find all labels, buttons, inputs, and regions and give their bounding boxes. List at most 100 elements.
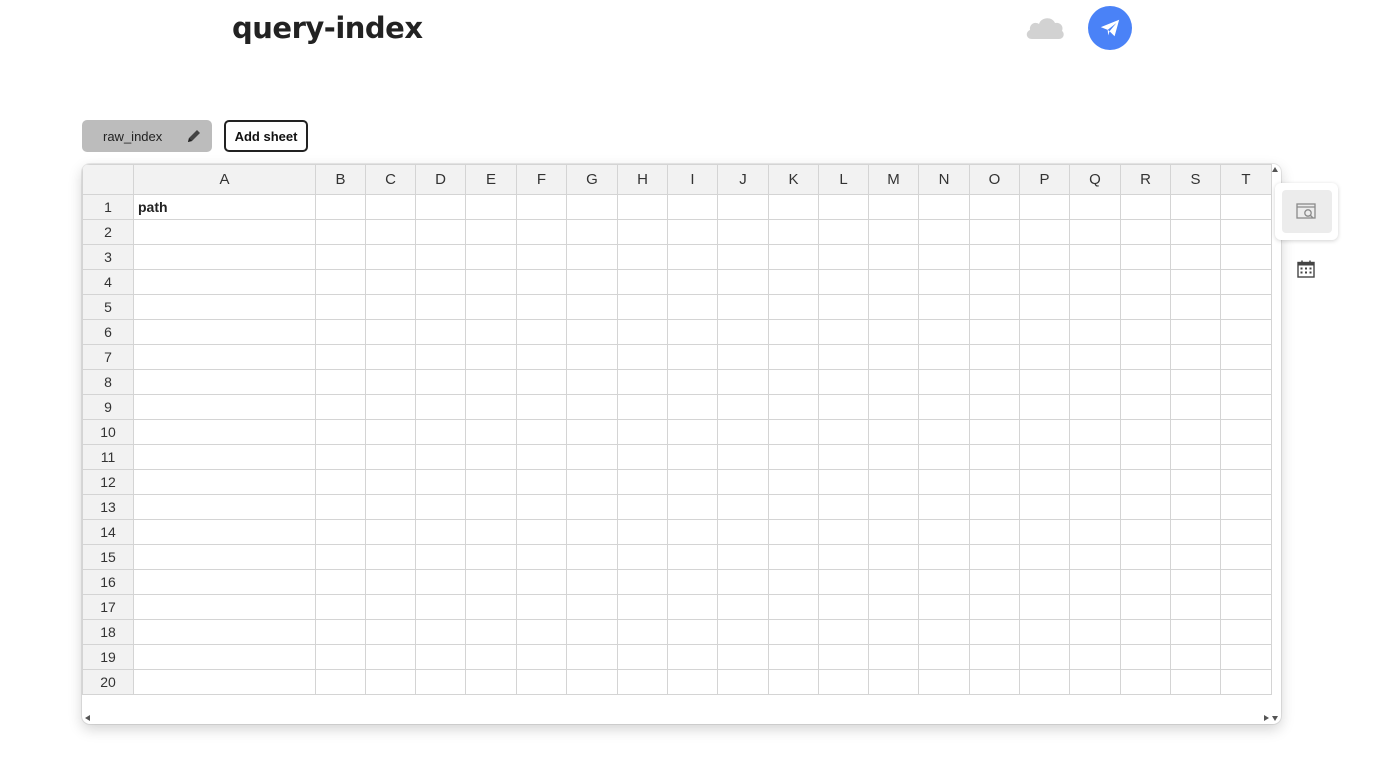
cell-d17[interactable] <box>415 594 466 620</box>
cell-n19[interactable] <box>918 644 970 670</box>
cell-e10[interactable] <box>465 419 517 445</box>
cell-s9[interactable] <box>1170 394 1221 420</box>
column-header-f[interactable]: F <box>516 164 567 195</box>
cell-r15[interactable] <box>1120 544 1171 570</box>
cell-g6[interactable] <box>566 319 618 345</box>
cell-t13[interactable] <box>1220 494 1272 520</box>
cell-i3[interactable] <box>667 244 718 270</box>
cell-d12[interactable] <box>415 469 466 495</box>
cell-a10[interactable] <box>133 419 316 445</box>
cell-a20[interactable] <box>133 669 316 695</box>
cell-k17[interactable] <box>768 594 819 620</box>
cell-s3[interactable] <box>1170 244 1221 270</box>
column-header-h[interactable]: H <box>617 164 668 195</box>
cell-o20[interactable] <box>969 669 1020 695</box>
cell-b13[interactable] <box>315 494 366 520</box>
cell-n1[interactable] <box>918 194 970 220</box>
cell-n5[interactable] <box>918 294 970 320</box>
cell-n14[interactable] <box>918 519 970 545</box>
cell-j11[interactable] <box>717 444 769 470</box>
cell-q10[interactable] <box>1069 419 1121 445</box>
cell-h1[interactable] <box>617 194 668 220</box>
column-header-m[interactable]: M <box>868 164 919 195</box>
cell-t9[interactable] <box>1220 394 1272 420</box>
cell-t16[interactable] <box>1220 569 1272 595</box>
cell-i10[interactable] <box>667 419 718 445</box>
cell-d3[interactable] <box>415 244 466 270</box>
cell-c7[interactable] <box>365 344 416 370</box>
cell-a11[interactable] <box>133 444 316 470</box>
cell-p13[interactable] <box>1019 494 1070 520</box>
cell-q3[interactable] <box>1069 244 1121 270</box>
cell-a14[interactable] <box>133 519 316 545</box>
cell-h17[interactable] <box>617 594 668 620</box>
cell-c11[interactable] <box>365 444 416 470</box>
cell-q16[interactable] <box>1069 569 1121 595</box>
cell-e7[interactable] <box>465 344 517 370</box>
cell-r5[interactable] <box>1120 294 1171 320</box>
column-header-j[interactable]: J <box>717 164 769 195</box>
cell-d1[interactable] <box>415 194 466 220</box>
row-header-19[interactable]: 19 <box>82 644 134 670</box>
column-header-q[interactable]: Q <box>1069 164 1121 195</box>
cell-n18[interactable] <box>918 619 970 645</box>
cell-l11[interactable] <box>818 444 869 470</box>
cell-h13[interactable] <box>617 494 668 520</box>
cell-p15[interactable] <box>1019 544 1070 570</box>
cell-e14[interactable] <box>465 519 517 545</box>
cell-e12[interactable] <box>465 469 517 495</box>
cell-e18[interactable] <box>465 619 517 645</box>
row-header-15[interactable]: 15 <box>82 544 134 570</box>
cell-t7[interactable] <box>1220 344 1272 370</box>
cell-f18[interactable] <box>516 619 567 645</box>
cell-g7[interactable] <box>566 344 618 370</box>
cell-d5[interactable] <box>415 294 466 320</box>
cell-a18[interactable] <box>133 619 316 645</box>
calendar-button[interactable] <box>1293 256 1319 282</box>
cell-o12[interactable] <box>969 469 1020 495</box>
cell-f8[interactable] <box>516 369 567 395</box>
cell-j12[interactable] <box>717 469 769 495</box>
cell-q6[interactable] <box>1069 319 1121 345</box>
cell-o18[interactable] <box>969 619 1020 645</box>
cell-p12[interactable] <box>1019 469 1070 495</box>
cell-q2[interactable] <box>1069 219 1121 245</box>
sheet-tab-raw-index[interactable]: raw_index <box>82 120 212 152</box>
cell-a1[interactable]: path <box>133 194 316 220</box>
cell-n7[interactable] <box>918 344 970 370</box>
cell-h19[interactable] <box>617 644 668 670</box>
cell-k14[interactable] <box>768 519 819 545</box>
cell-l19[interactable] <box>818 644 869 670</box>
cell-e16[interactable] <box>465 569 517 595</box>
cell-i14[interactable] <box>667 519 718 545</box>
cell-m4[interactable] <box>868 269 919 295</box>
cell-q19[interactable] <box>1069 644 1121 670</box>
cell-a16[interactable] <box>133 569 316 595</box>
cell-m2[interactable] <box>868 219 919 245</box>
cell-g12[interactable] <box>566 469 618 495</box>
cell-s1[interactable] <box>1170 194 1221 220</box>
cell-e4[interactable] <box>465 269 517 295</box>
cell-h8[interactable] <box>617 369 668 395</box>
row-header-6[interactable]: 6 <box>82 319 134 345</box>
cell-o11[interactable] <box>969 444 1020 470</box>
row-header-5[interactable]: 5 <box>82 294 134 320</box>
cell-f7[interactable] <box>516 344 567 370</box>
cell-q20[interactable] <box>1069 669 1121 695</box>
cell-q7[interactable] <box>1069 344 1121 370</box>
cell-d4[interactable] <box>415 269 466 295</box>
cell-l2[interactable] <box>818 219 869 245</box>
cell-r1[interactable] <box>1120 194 1171 220</box>
cell-c20[interactable] <box>365 669 416 695</box>
cell-g10[interactable] <box>566 419 618 445</box>
cell-c15[interactable] <box>365 544 416 570</box>
cell-r10[interactable] <box>1120 419 1171 445</box>
cell-p8[interactable] <box>1019 369 1070 395</box>
cell-h2[interactable] <box>617 219 668 245</box>
cell-e19[interactable] <box>465 644 517 670</box>
cell-f17[interactable] <box>516 594 567 620</box>
cell-l4[interactable] <box>818 269 869 295</box>
cell-a12[interactable] <box>133 469 316 495</box>
cell-i16[interactable] <box>667 569 718 595</box>
cell-b8[interactable] <box>315 369 366 395</box>
